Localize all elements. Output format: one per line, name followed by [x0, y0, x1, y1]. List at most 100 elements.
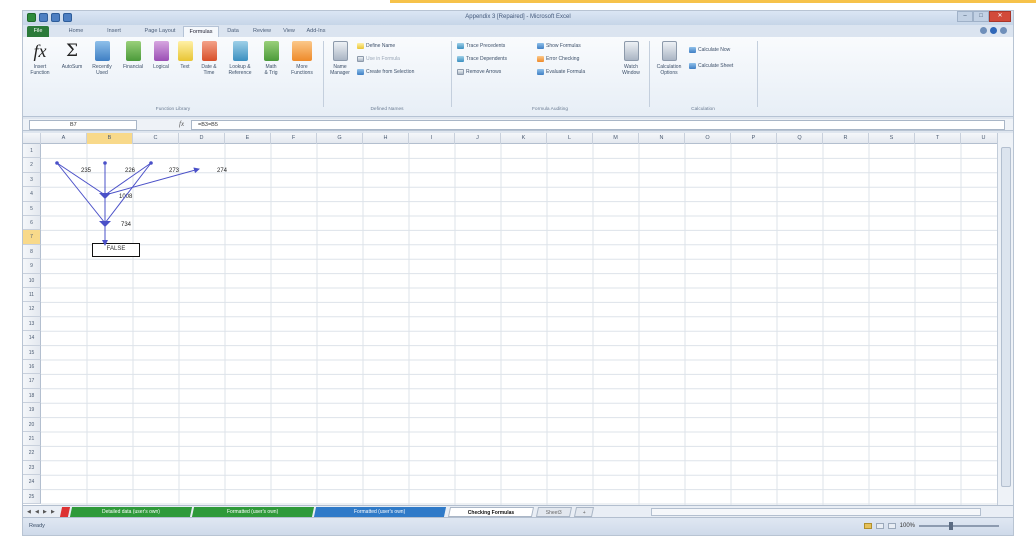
- tab-page-layout[interactable]: Page Layout: [141, 26, 179, 37]
- tab-home[interactable]: Home: [65, 26, 87, 37]
- date-time-button[interactable]: Date & Time: [197, 41, 221, 76]
- sheet-tab-detailed-data[interactable]: Detailed data (user's own): [69, 507, 193, 517]
- formula-input[interactable]: =B3=B5: [191, 120, 1005, 130]
- column-header-c[interactable]: C: [133, 133, 179, 144]
- cell-d1[interactable]: 274: [217, 168, 227, 174]
- insert-sheet-button[interactable]: +: [573, 507, 595, 517]
- column-header-n[interactable]: N: [639, 133, 685, 144]
- column-header-j[interactable]: J: [455, 133, 501, 144]
- column-header-r[interactable]: R: [823, 133, 869, 144]
- sheet-tab-marker[interactable]: [59, 507, 71, 517]
- prev-sheet-icon[interactable]: ◀: [35, 509, 39, 515]
- row-header-10[interactable]: 10: [23, 273, 41, 288]
- first-sheet-icon[interactable]: ◀: [27, 509, 31, 515]
- zoom-slider[interactable]: [919, 522, 999, 530]
- tab-file[interactable]: File: [27, 26, 49, 37]
- sheet-tab-checking-formulas[interactable]: Checking Formulas: [447, 507, 535, 517]
- autosum-button[interactable]: Σ AutoSum: [59, 41, 85, 70]
- zoom-level[interactable]: 100%: [900, 523, 915, 529]
- column-header-b[interactable]: B: [87, 133, 133, 144]
- show-formulas-button[interactable]: Show Formulas: [537, 41, 581, 50]
- logical-button[interactable]: Logical: [149, 41, 173, 70]
- calculate-sheet-button[interactable]: Calculate Sheet: [689, 61, 733, 70]
- row-header-20[interactable]: 20: [23, 417, 41, 432]
- row-header-22[interactable]: 22: [23, 446, 41, 461]
- tab-view[interactable]: View: [279, 26, 299, 37]
- sheet-tab-formatted-1[interactable]: Formatted (user's own): [191, 507, 315, 517]
- recently-used-button[interactable]: Recently Used: [89, 41, 115, 76]
- sheet-tab-formatted-2[interactable]: Formatted (user's own): [313, 507, 447, 517]
- next-sheet-icon[interactable]: ▶: [43, 509, 47, 515]
- minimize-ribbon-icon[interactable]: [980, 27, 987, 34]
- row-header-14[interactable]: 14: [23, 331, 41, 346]
- cell-a1[interactable]: 235: [81, 168, 91, 174]
- create-from-selection-button[interactable]: Create from Selection: [357, 67, 414, 76]
- row-header-25[interactable]: 25: [23, 489, 41, 504]
- row-header-24[interactable]: 24: [23, 475, 41, 490]
- row-header-8[interactable]: 8: [23, 244, 41, 260]
- lookup-reference-button[interactable]: Lookup & Reference: [223, 41, 257, 76]
- watch-window-button[interactable]: Watch Window: [619, 41, 643, 76]
- row-header-3[interactable]: 3: [23, 172, 41, 188]
- row-header-16[interactable]: 16: [23, 360, 41, 375]
- trace-precedents-button[interactable]: Trace Precedents: [457, 41, 505, 50]
- tab-insert[interactable]: Insert: [103, 26, 125, 37]
- horizontal-scrollbar[interactable]: [651, 508, 981, 516]
- calculation-options-button[interactable]: Calculation Options: [653, 41, 685, 76]
- row-header-15[interactable]: 15: [23, 345, 41, 360]
- row-header-18[interactable]: 18: [23, 388, 41, 404]
- define-name-button[interactable]: Define Name: [357, 41, 395, 50]
- insert-function-fx-icon[interactable]: fx: [179, 120, 184, 128]
- row-header-9[interactable]: 9: [23, 259, 41, 274]
- select-all-corner[interactable]: [23, 133, 41, 144]
- row-header-2[interactable]: 2: [23, 158, 41, 173]
- column-header-g[interactable]: G: [317, 133, 363, 144]
- row-header-12[interactable]: 12: [23, 302, 41, 317]
- evaluate-formula-button[interactable]: Evaluate Formula: [537, 67, 585, 76]
- column-header-p[interactable]: P: [731, 133, 777, 144]
- calculate-now-button[interactable]: Calculate Now: [689, 45, 730, 54]
- normal-view-icon[interactable]: [863, 523, 872, 529]
- text-button[interactable]: Text: [175, 41, 195, 70]
- cell-b1[interactable]: 226: [125, 168, 135, 174]
- row-header-11[interactable]: 11: [23, 288, 41, 303]
- row-header-4[interactable]: 4: [23, 187, 41, 202]
- page-break-view-icon[interactable]: [887, 523, 896, 529]
- row-header-1[interactable]: 1: [23, 144, 41, 159]
- column-header-k[interactable]: K: [501, 133, 547, 144]
- name-manager-button[interactable]: Name Manager: [327, 41, 353, 76]
- column-header-q[interactable]: Q: [777, 133, 823, 144]
- row-header-7[interactable]: 7: [23, 230, 41, 245]
- use-in-formula-button[interactable]: Use in Formula: [357, 54, 400, 63]
- column-header-h[interactable]: H: [363, 133, 409, 144]
- minimize-button[interactable]: –: [957, 11, 973, 22]
- row-header-13[interactable]: 13: [23, 316, 41, 332]
- restore-button[interactable]: □: [973, 11, 989, 22]
- more-functions-button[interactable]: More Functions: [285, 41, 319, 76]
- trace-dependents-button[interactable]: Trace Dependents: [457, 54, 507, 63]
- financial-button[interactable]: Financial: [119, 41, 147, 70]
- row-header-19[interactable]: 19: [23, 403, 41, 418]
- column-header-a[interactable]: A: [41, 133, 87, 144]
- page-layout-view-icon[interactable]: [875, 523, 884, 529]
- cell-b7-false[interactable]: FALSE: [92, 243, 140, 257]
- zoom-slider-knob[interactable]: [949, 522, 953, 530]
- vertical-scroll-thumb[interactable]: [1001, 147, 1011, 487]
- column-header-l[interactable]: L: [547, 133, 593, 144]
- row-header-21[interactable]: 21: [23, 432, 41, 447]
- tab-add-ins[interactable]: Add-Ins: [303, 26, 329, 37]
- column-header-e[interactable]: E: [225, 133, 271, 144]
- error-checking-button[interactable]: Error Checking: [537, 54, 579, 63]
- name-box[interactable]: B7: [29, 120, 137, 130]
- cell-c1[interactable]: 273: [169, 168, 179, 174]
- row-header-6[interactable]: 6: [23, 216, 41, 231]
- column-header-m[interactable]: M: [593, 133, 639, 144]
- remove-arrows-button[interactable]: Remove Arrows: [457, 67, 501, 76]
- column-header-d[interactable]: D: [179, 133, 225, 144]
- tab-formulas[interactable]: Formulas: [183, 26, 219, 37]
- close-button[interactable]: ✕: [989, 11, 1011, 22]
- column-header-s[interactable]: S: [869, 133, 915, 144]
- vertical-scrollbar[interactable]: [997, 133, 1013, 505]
- cell-b5[interactable]: 734: [121, 222, 131, 228]
- column-header-i[interactable]: I: [409, 133, 455, 144]
